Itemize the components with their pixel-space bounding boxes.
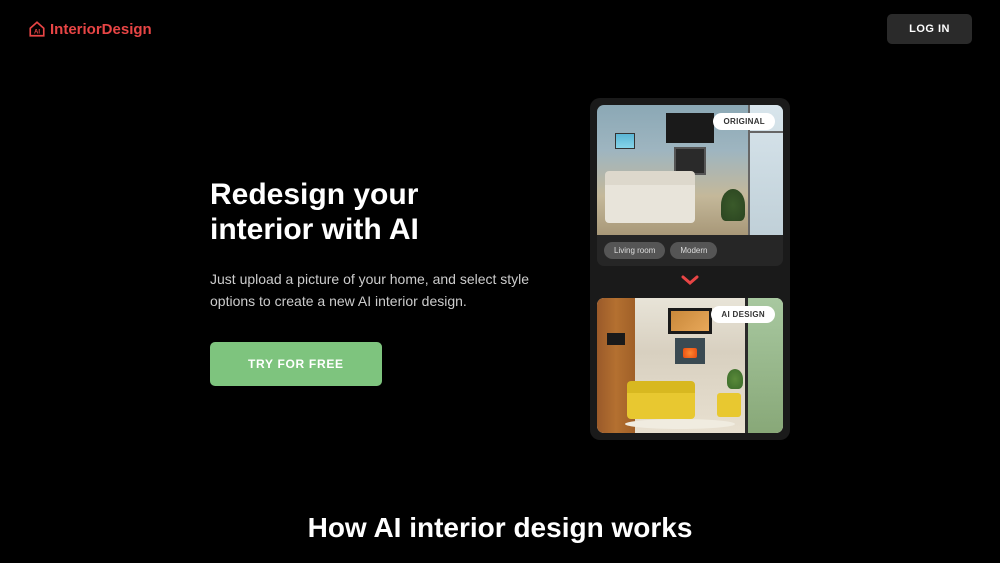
house-icon: AI <box>28 20 46 38</box>
tag-style: Modern <box>670 242 717 259</box>
header: AI InteriorDesign LOG IN <box>0 0 1000 58</box>
hero-section: Redesign your interior with AI Just uplo… <box>0 58 1000 440</box>
login-button[interactable]: LOG IN <box>887 14 972 44</box>
original-room-image: ORIGINAL <box>597 105 783 235</box>
try-for-free-button[interactable]: TRY FOR FREE <box>210 342 382 386</box>
how-it-works-title: How AI interior design works <box>0 512 1000 544</box>
brand-name: InteriorDesign <box>50 21 152 38</box>
ai-design-card: AI DESIGN <box>597 298 783 433</box>
showcase-panel: ORIGINAL Living room Modern <box>590 98 790 440</box>
ai-design-badge: AI DESIGN <box>711 306 775 323</box>
ai-room-image: AI DESIGN <box>597 298 783 433</box>
hero-title-line1: Redesign your <box>210 178 418 211</box>
chevron-down-icon <box>597 272 783 292</box>
hero-subtitle: Just upload a picture of your home, and … <box>210 269 530 312</box>
tag-row: Living room Modern <box>597 235 783 266</box>
original-badge: ORIGINAL <box>713 113 775 130</box>
hero-title-line2: interior with AI <box>210 213 419 246</box>
svg-text:AI: AI <box>34 30 40 36</box>
original-card: ORIGINAL Living room Modern <box>597 105 783 266</box>
hero-copy: Redesign your interior with AI Just uplo… <box>210 98 530 386</box>
tag-room-type: Living room <box>604 242 665 259</box>
brand-logo[interactable]: AI InteriorDesign <box>28 20 152 38</box>
hero-title: Redesign your interior with AI <box>210 178 530 247</box>
